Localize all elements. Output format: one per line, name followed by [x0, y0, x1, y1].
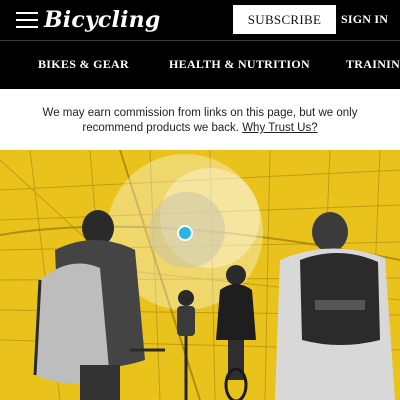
hero-illustration: [0, 150, 400, 400]
main-nav: BIKES & GEAR HEALTH & NUTRITION TRAINING: [0, 41, 400, 89]
location-dot-icon: [177, 225, 193, 241]
why-trust-us-link[interactable]: Why Trust Us?: [242, 122, 317, 134]
subscribe-button[interactable]: SUBSCRIBE: [233, 5, 336, 34]
site-header: Bicycling SUBSCRIBE SIGN IN: [0, 0, 400, 41]
nav-item-bikes-gear[interactable]: BIKES & GEAR: [38, 57, 129, 72]
affiliate-disclaimer: We may earn commission from links on thi…: [20, 106, 380, 136]
hero-image: [0, 150, 400, 400]
nav-item-health-nutrition[interactable]: HEALTH & NUTRITION: [169, 57, 310, 72]
nav-item-training[interactable]: TRAINING: [346, 57, 400, 72]
sign-in-link[interactable]: SIGN IN: [341, 12, 388, 27]
site-logo[interactable]: Bicycling: [44, 6, 160, 34]
hamburger-menu-icon[interactable]: [16, 10, 38, 30]
